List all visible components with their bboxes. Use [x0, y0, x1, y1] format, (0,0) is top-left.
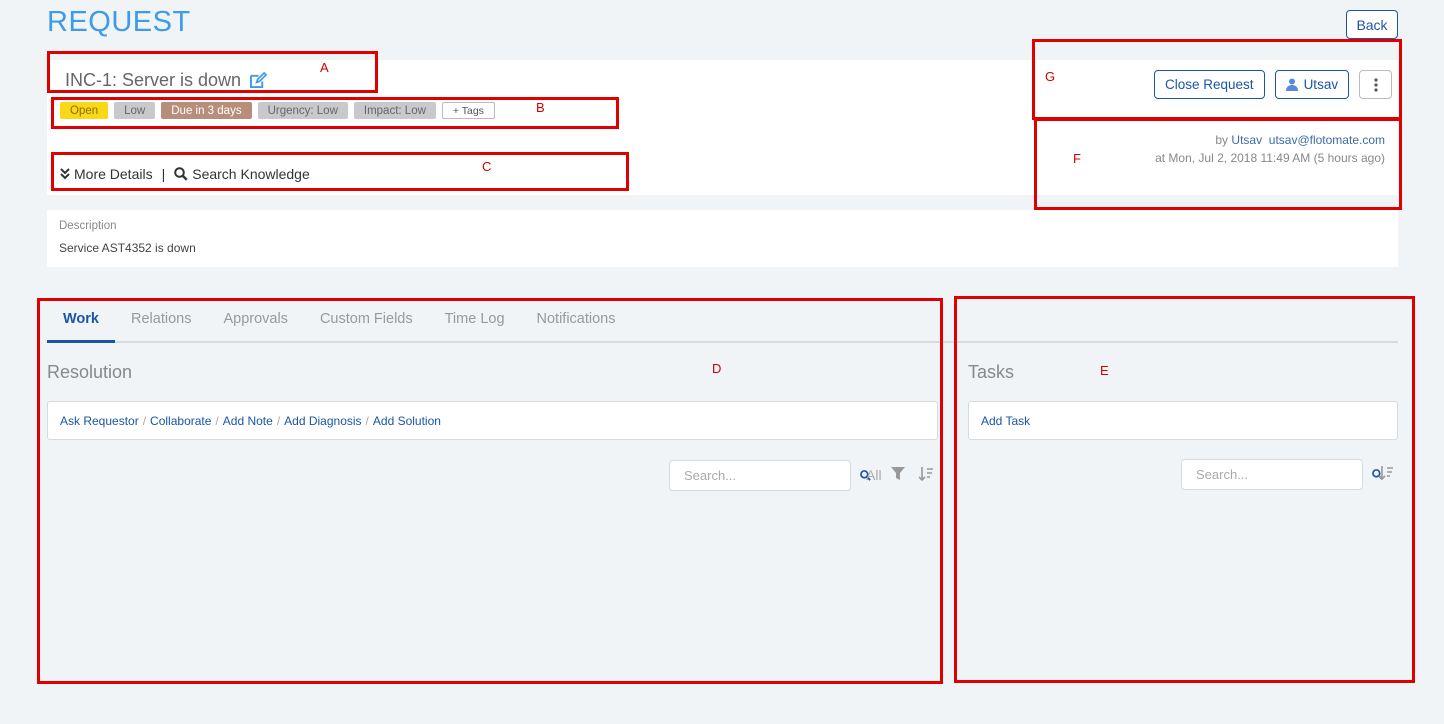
back-button[interactable]: Back [1346, 10, 1398, 39]
annotation-box-f [1034, 118, 1402, 210]
description-label: Description [59, 220, 117, 232]
annotation-box-g [1032, 39, 1402, 120]
annotation-box-d [37, 298, 943, 684]
annotation-label-c: C [482, 159, 492, 174]
annotation-box-c [51, 152, 629, 191]
annotation-label-b: B [536, 100, 545, 115]
annotation-label-d: D [712, 361, 722, 376]
annotation-label-a: A [320, 60, 329, 75]
annotation-box-e [954, 296, 1415, 683]
description-card [47, 210, 1398, 267]
description-text: Service AST4352 is down [59, 241, 196, 255]
page-title: REQUEST [47, 6, 191, 38]
annotation-box-b [51, 97, 619, 129]
annotation-label-e: E [1100, 363, 1109, 378]
annotation-label-f: F [1073, 151, 1081, 166]
annotation-label-g: G [1045, 69, 1056, 84]
